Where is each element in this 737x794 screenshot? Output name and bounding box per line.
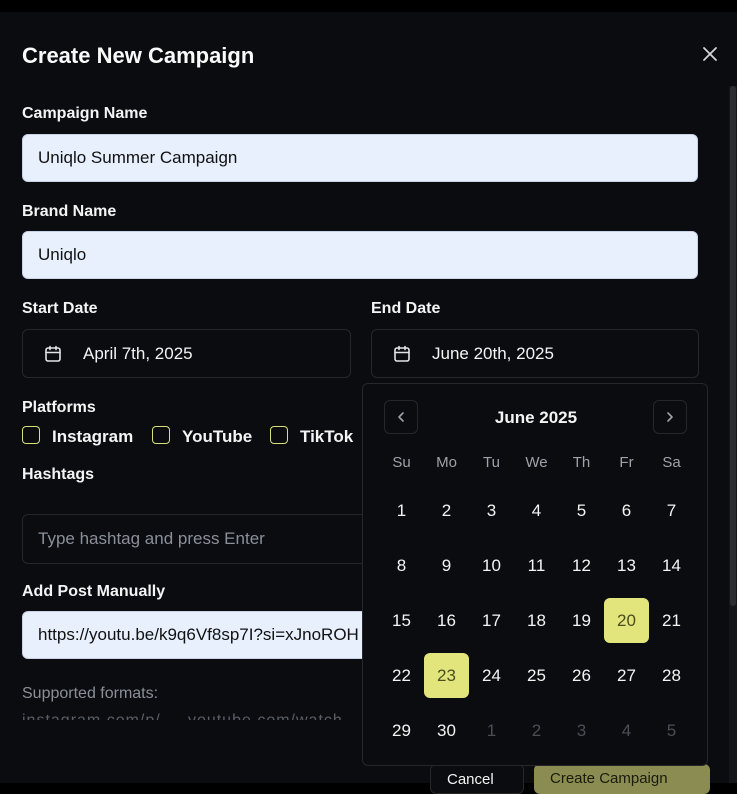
calendar-day[interactable]: 4 xyxy=(604,708,649,753)
calendar-icon xyxy=(43,344,63,364)
calendar-day[interactable]: 6 xyxy=(604,488,649,533)
calendar-day[interactable]: 30 xyxy=(424,708,469,753)
calendar-day[interactable]: 13 xyxy=(604,543,649,588)
youtube-checkbox[interactable] xyxy=(152,426,170,444)
calendar-day[interactable]: 1 xyxy=(379,488,424,533)
hashtags-label: Hashtags xyxy=(22,466,95,483)
calendar-day[interactable]: 22 xyxy=(379,653,424,698)
calendar-day[interactable]: 21 xyxy=(649,598,694,643)
calendar-day[interactable]: 9 xyxy=(424,543,469,588)
tiktok-checkbox[interactable] xyxy=(270,426,288,444)
platform-label: Instagram xyxy=(52,427,134,446)
cancel-button[interactable]: Cancel xyxy=(430,764,524,794)
campaign-name-label: Campaign Name xyxy=(22,105,148,122)
end-date-label: End Date xyxy=(371,300,441,317)
calendar-day[interactable]: 29 xyxy=(379,708,424,753)
add-post-label: Add Post Manually xyxy=(22,583,166,600)
platform-youtube[interactable]: YouTube xyxy=(152,426,262,448)
close-icon[interactable] xyxy=(700,44,720,64)
platform-instagram[interactable]: Instagram xyxy=(22,426,142,448)
calendar-day[interactable]: 20 xyxy=(604,598,649,643)
create-campaign-button[interactable]: Create Campaign xyxy=(534,764,710,794)
chevron-right-icon xyxy=(667,412,673,422)
calendar-day[interactable]: 23 xyxy=(424,653,469,698)
calendar-day[interactable]: 28 xyxy=(649,653,694,698)
calendar-day[interactable]: 3 xyxy=(469,488,514,533)
calendar-icon xyxy=(392,344,412,364)
calendar-day[interactable]: 26 xyxy=(559,653,604,698)
scrollbar-thumb[interactable] xyxy=(730,86,736,606)
calendar-day[interactable]: 11 xyxy=(514,543,559,588)
calendar-day[interactable]: 5 xyxy=(559,488,604,533)
start-date-picker[interactable]: April 7th, 2025 xyxy=(22,329,351,378)
start-date-value: April 7th, 2025 xyxy=(83,344,193,363)
next-month-button[interactable] xyxy=(653,400,687,434)
platform-label: YouTube xyxy=(182,427,253,446)
calendar-day[interactable]: 19 xyxy=(559,598,604,643)
calendar-day[interactable]: 3 xyxy=(559,708,604,753)
weekday-label: Fr xyxy=(619,454,634,471)
calendar-day[interactable]: 12 xyxy=(559,543,604,588)
calendar-day[interactable]: 15 xyxy=(379,598,424,643)
weekday-label: Tu xyxy=(483,454,500,471)
brand-name-label: Brand Name xyxy=(22,203,117,220)
platforms-label: Platforms xyxy=(22,399,96,416)
date-picker-popover: June 2025 Su Mo Tu We Th Fr Sa 1 2 3 4 5 6 7 8 9 10 11 12… xyxy=(362,383,708,766)
calendar-day[interactable]: 16 xyxy=(424,598,469,643)
supported-formats-hint: instagram.com/p/ ... youtube.com/watch xyxy=(22,712,343,720)
calendar-day[interactable]: 18 xyxy=(514,598,559,643)
weekday-label: Mo xyxy=(436,454,457,471)
dialog-title: Create New Campaign xyxy=(22,43,255,68)
calendar-day[interactable]: 8 xyxy=(379,543,424,588)
calendar-day[interactable]: 17 xyxy=(469,598,514,643)
calendar-day[interactable]: 2 xyxy=(514,708,559,753)
calendar-day[interactable]: 14 xyxy=(649,543,694,588)
calendar-day[interactable]: 1 xyxy=(469,708,514,753)
weekday-label: Th xyxy=(572,454,591,471)
calendar-day[interactable]: 7 xyxy=(649,488,694,533)
start-date-label: Start Date xyxy=(22,300,98,317)
weekday-label: Su xyxy=(392,454,411,471)
calendar-day[interactable]: 27 xyxy=(604,653,649,698)
campaign-name-input[interactable]: Uniqlo Summer Campaign xyxy=(22,134,698,182)
calendar-day[interactable]: 5 xyxy=(649,708,694,753)
end-date-picker[interactable]: June 20th, 2025 xyxy=(371,329,699,378)
calendar-day[interactable]: 25 xyxy=(514,653,559,698)
calendar-day[interactable]: 4 xyxy=(514,488,559,533)
weekday-label: Sa xyxy=(662,454,681,471)
brand-name-input[interactable]: Uniqlo xyxy=(22,231,698,279)
supported-formats-label: Supported formats: xyxy=(22,685,159,702)
calendar-day[interactable]: 2 xyxy=(424,488,469,533)
calendar-day[interactable]: 24 xyxy=(469,653,514,698)
end-date-value: June 20th, 2025 xyxy=(432,344,554,363)
instagram-checkbox[interactable] xyxy=(22,426,40,444)
platform-tiktok[interactable]: TikTok xyxy=(270,426,360,448)
weekday-label: We xyxy=(525,454,548,471)
platform-label: TikTok xyxy=(300,427,354,446)
calendar-day[interactable]: 10 xyxy=(469,543,514,588)
